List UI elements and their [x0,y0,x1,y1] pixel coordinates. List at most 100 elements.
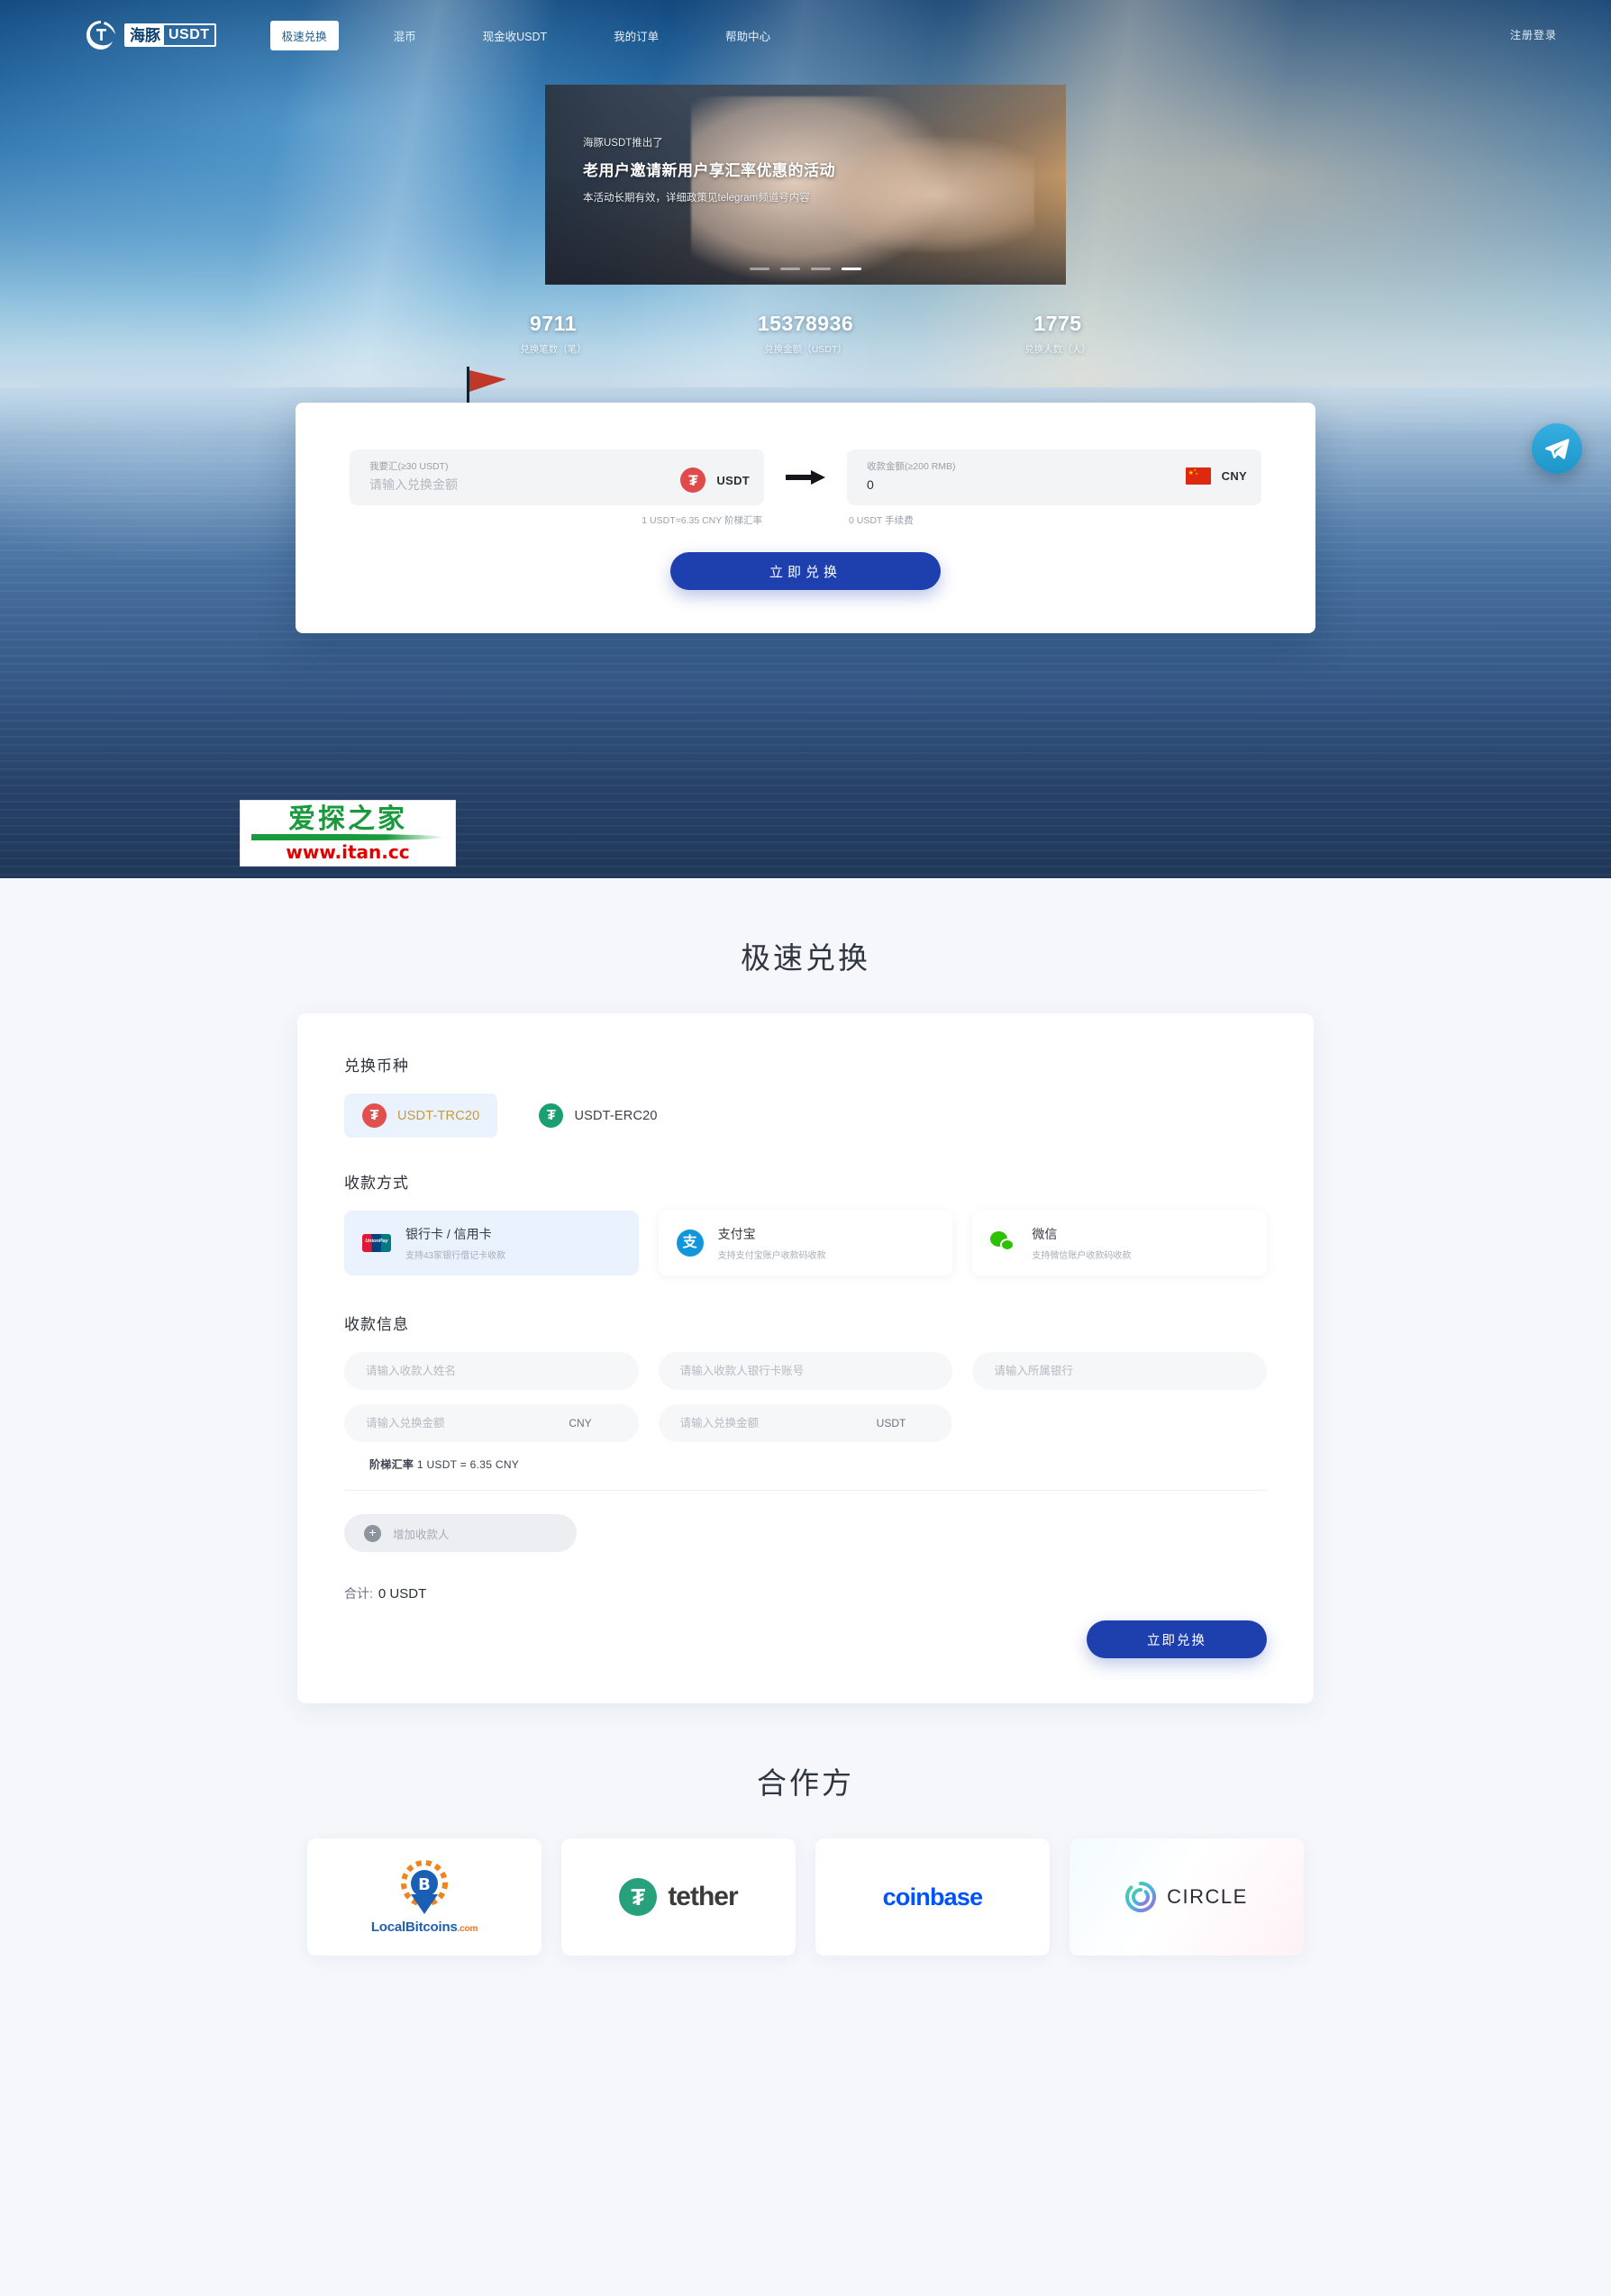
nav-item-fast-exchange[interactable]: 极速兑换 [269,20,339,50]
stat-transactions: 9711 兑换笔数（笔） [499,312,607,356]
dolphin-logo-icon [86,21,115,50]
svg-text:B: B [418,1875,431,1894]
coin-section-title: 兑换币种 [344,1057,409,1075]
coin-option-trc20[interactable]: USDT-TRC20 [344,1094,498,1138]
stat-transactions-value: 9711 [530,312,577,335]
payment-method-alipay-title: 支付宝 [717,1227,756,1241]
site-logo[interactable]: 海豚 USDT [85,19,216,51]
partner-localbitcoins-label: LocalBitcoins.com [370,1919,478,1935]
payment-method-bank-card-text: 银行卡 / 信用卡 支持43家银行借记卡收款 [405,1225,505,1261]
stat-users: 1775 兑换人数（人） [1004,312,1112,356]
partner-tether-label: tether [668,1882,738,1911]
banner-text-block: 海豚USDT推出了 老用户邀请新用户享汇率优惠的活动 本活动长期有效，详细政策见… [583,135,835,204]
nav-item-mixing[interactable]: 混币 [382,21,428,50]
nav-item-help-center[interactable]: 帮助中心 [714,21,782,50]
telegram-float-button[interactable] [1532,423,1582,474]
logo-text-cn: 海豚 [126,25,164,45]
watermark-url: www.itan.cc [286,841,410,863]
tiered-rate-label: 阶梯汇率 [369,1458,414,1471]
top-navigation-bar: 海豚 USDT 极速兑换 混币 现金收USDT 我的订单 帮助中心 注册登录 [0,0,1611,70]
exchange-fee-hint: 0 USDT 手续费 [849,515,914,526]
china-flag-icon: ★ ★ ★ [1185,467,1211,485]
payment-method-bank-card[interactable]: 银行卡 / 信用卡 支持43家银行借记卡收款 [344,1211,639,1275]
coin-option-trc20-label: USDT-TRC20 [397,1108,480,1123]
fast-exchange-section: 极速兑换 兑换币种 USDT-TRC20 USDT-ERC20 收款方式 [0,878,1611,2019]
payment-method-wechat-text: 微信 支持微信账户收款码收款 [1032,1225,1131,1261]
stat-users-label: 兑换人数（人） [1024,344,1091,355]
register-login-link[interactable]: 注册登录 [1510,29,1557,41]
nav-links: 极速兑换 混币 现金收USDT 我的订单 帮助中心 [269,20,826,50]
statistics-row: 9711 兑换笔数（笔） 15378936 兑换金额（USDT） 1775 兑换… [0,312,1611,356]
amount-cny-input[interactable] [344,1404,639,1442]
hero-exchange-card: 我要汇(≥30 USDT) USDT 1 USDT=6.35 CNY 阶梯汇率 [296,403,1315,633]
banner-dot-4[interactable] [842,268,861,270]
watermark-text-cn: 爱探之家 [288,803,407,835]
payee-name-input[interactable] [344,1352,639,1390]
payment-method-options: 银行卡 / 信用卡 支持43家银行借记卡收款 支付宝 支持支付宝账户收款码收款 [344,1211,1268,1275]
alipay-icon [676,1230,704,1257]
page-title: 极速兑换 [741,941,870,975]
partner-circle[interactable]: CIRCLE [1069,1838,1304,1956]
stat-transactions-label: 兑换笔数（笔） [520,344,587,355]
payment-method-wechat-title: 微信 [1032,1227,1058,1241]
exchange-from-side: 我要汇(≥30 USDT) USDT 1 USDT=6.35 CNY 阶梯汇率 [350,449,764,527]
partner-coinbase[interactable]: coinbase [815,1838,1050,1956]
hero-section: 海豚 USDT 极速兑换 混币 现金收USDT 我的订单 帮助中心 注册登录 海… [0,0,1611,878]
banner-dot-3[interactable] [811,268,831,270]
payment-method-alipay[interactable]: 支付宝 支持支付宝账户收款码收款 [658,1211,953,1275]
stat-volume-label: 兑换金额（USDT） [764,344,847,355]
partners-title: 合作方 [757,1766,854,1800]
total-label: 合计: [344,1586,373,1601]
hero-exchange-now-button[interactable]: 立即兑换 [670,552,941,590]
exchange-from-field[interactable]: 我要汇(≥30 USDT) USDT [350,449,764,505]
amount-usdt-input[interactable] [658,1404,953,1442]
nav-item-cash-usdt[interactable]: 现金收USDT [471,21,560,50]
payment-method-wechat[interactable]: 微信 支持微信账户收款码收款 [972,1211,1268,1275]
exchange-direction-arrow [764,449,847,486]
banner-pagination-dots [750,268,861,270]
banner-handshake-image-2 [815,136,1035,253]
stat-users-value: 1775 [1033,312,1082,335]
banner-dot-1[interactable] [750,268,769,270]
unionpay-icon [362,1234,391,1252]
bank-account-input[interactable] [658,1352,953,1390]
exchange-to-input[interactable] [867,477,1119,492]
tiered-rate-value: 1 USDT = 6.35 CNY [416,1458,520,1471]
main-card-wrap: 兑换币种 USDT-TRC20 USDT-ERC20 收款方式 银行卡 / 信用… [0,1013,1611,1703]
telegram-icon [1545,439,1570,459]
coin-type-options: USDT-TRC20 USDT-ERC20 [344,1094,1267,1138]
add-payee-button[interactable]: + 增加收款人 [344,1514,577,1552]
plus-icon: + [364,1524,381,1542]
form-exchange-now-button[interactable]: 立即兑换 [1087,1620,1267,1658]
promo-banner[interactable]: 海豚USDT推出了 老用户邀请新用户享汇率优惠的活动 本活动长期有效，详细政策见… [545,85,1066,285]
payment-method-bank-card-title: 银行卡 / 信用卡 [405,1227,492,1241]
payment-method-wechat-desc: 支持微信账户收款码收款 [1032,1251,1132,1261]
exchange-fields-row: 我要汇(≥30 USDT) USDT 1 USDT=6.35 CNY 阶梯汇率 [350,449,1261,527]
nav-item-my-orders[interactable]: 我的订单 [602,21,670,50]
exchange-from-currency-label: USDT [716,473,750,487]
stat-volume-value: 15378936 [757,312,854,335]
exchange-from-currency-select[interactable]: USDT [680,459,750,493]
exchange-form-card: 兑换币种 USDT-TRC20 USDT-ERC20 收款方式 银行卡 / 信用… [297,1013,1314,1703]
hero-submit-row: 立即兑换 [350,552,1261,590]
exchange-to-currency-select[interactable]: ★ ★ ★ CNY [1185,459,1247,485]
hero-exchange-card-wrap: 我要汇(≥30 USDT) USDT 1 USDT=6.35 CNY 阶梯汇率 [0,403,1611,633]
partner-localbitcoins[interactable]: B LocalBitcoins.com [307,1838,542,1956]
exchange-to-currency-label: CNY [1221,469,1247,483]
coin-option-erc20[interactable]: USDT-ERC20 [521,1094,675,1138]
payee-info-row-1 [344,1352,1268,1390]
localbitcoins-icon: B [401,1859,448,1914]
banner-dot-2[interactable] [780,268,800,270]
exchange-rate-hint: 1 USDT=6.35 CNY 阶梯汇率 [642,515,762,526]
amount-usdt-wrap: USDT [658,1404,953,1442]
partner-tether[interactable]: tether [561,1838,796,1956]
banner-title: 老用户邀请新用户享汇率优惠的活动 [583,162,835,179]
info-section-title: 收款信息 [344,1316,409,1333]
partner-circle-label: CIRCLE [1167,1885,1248,1908]
payee-info-row-2: CNY USDT [344,1404,1267,1442]
row2-spacer [972,1404,1267,1442]
exchange-from-input[interactable] [369,477,622,492]
total-row: 合计: 0 USDT [344,1584,1267,1602]
bank-name-input[interactable] [972,1352,1268,1390]
exchange-to-field[interactable]: 收款金额(≥200 RMB) ★★★ CNY [847,449,1261,505]
